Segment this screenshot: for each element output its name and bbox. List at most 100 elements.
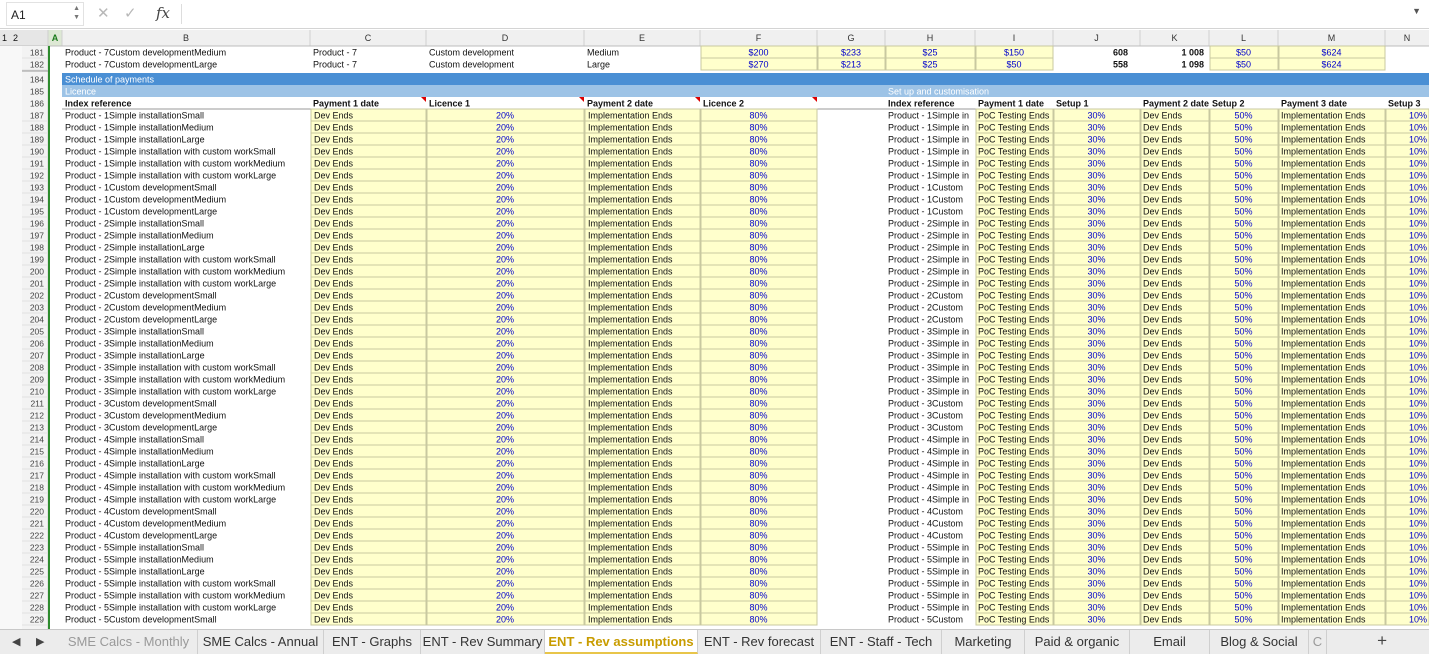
setup-date-I[interactable]: PoC Testing Ends [978,291,1050,301]
setup-percent-N[interactable]: 10% [1409,387,1427,397]
setup-date-I[interactable]: PoC Testing Ends [978,543,1050,553]
setup-percent-N[interactable]: 10% [1409,243,1427,253]
row-header-214[interactable]: 214 [30,435,44,445]
setup-date-I[interactable]: PoC Testing Ends [978,207,1050,217]
licence-percent-F[interactable]: 80% [749,195,767,205]
schedule-index-reference[interactable]: Product - 5Simple installationMedium [65,555,214,565]
payment-date-C[interactable]: Dev Ends [314,375,354,385]
setup-percent-N[interactable]: 10% [1409,195,1427,205]
setup-percent-L[interactable]: 50% [1234,615,1252,625]
product-row-value-j[interactable]: 608 [1113,48,1128,58]
setup-date-K[interactable]: Dev Ends [1143,531,1183,541]
payment-date-E[interactable]: Implementation Ends [588,207,673,217]
setup-index-reference[interactable]: Product - 1Simple in [888,147,969,157]
licence-percent-D[interactable]: 20% [496,183,514,193]
setup-percent-N[interactable]: 10% [1409,495,1427,505]
setup-date-M[interactable]: Implementation Ends [1281,423,1366,433]
row-header-203[interactable]: 203 [30,303,44,313]
setup-percent-L[interactable]: 50% [1234,327,1252,337]
payment-date-E[interactable]: Implementation Ends [588,471,673,481]
setup-percent-N[interactable]: 10% [1409,171,1427,181]
schedule-index-reference[interactable]: Product - 3Custom developmentMedium [65,411,226,421]
licence-percent-D[interactable]: 20% [496,159,514,169]
setup-date-M[interactable]: Implementation Ends [1281,207,1366,217]
licence-percent-F[interactable]: 80% [749,363,767,373]
row-header-229[interactable]: 229 [30,615,44,625]
payment-date-C[interactable]: Dev Ends [314,207,354,217]
setup-date-I[interactable]: PoC Testing Ends [978,135,1050,145]
setup-index-reference[interactable]: Product - 4Simple in [888,471,969,481]
setup-date-K[interactable]: Dev Ends [1143,159,1183,169]
row-header-213[interactable]: 213 [30,423,44,433]
setup-percent-J[interactable]: 30% [1087,375,1105,385]
row-header-192[interactable]: 192 [30,171,44,181]
payment-date-C[interactable]: Dev Ends [314,327,354,337]
licence-percent-D[interactable]: 20% [496,411,514,421]
payment-date-C[interactable]: Dev Ends [314,291,354,301]
prev-sheet-icon[interactable]: ◀ [12,635,20,648]
setup-date-I[interactable]: PoC Testing Ends [978,399,1050,409]
setup-date-M[interactable]: Implementation Ends [1281,507,1366,517]
setup-date-I[interactable]: PoC Testing Ends [978,447,1050,457]
setup-date-M[interactable]: Implementation Ends [1281,315,1366,325]
setup-date-I[interactable]: PoC Testing Ends [978,255,1050,265]
licence-percent-F[interactable]: 80% [749,219,767,229]
licence-percent-F[interactable]: 80% [749,615,767,625]
setup-percent-L[interactable]: 50% [1234,231,1252,241]
payment-date-C[interactable]: Dev Ends [314,243,354,253]
setup-date-K[interactable]: Dev Ends [1143,243,1183,253]
name-box[interactable]: A1 ▲ ▼ [6,2,84,26]
setup-percent-L[interactable]: 50% [1234,555,1252,565]
setup-percent-L[interactable]: 50% [1234,111,1252,121]
licence-percent-F[interactable]: 80% [749,591,767,601]
setup-percent-J[interactable]: 30% [1087,495,1105,505]
product-row-product[interactable]: Product - 7 [313,48,357,58]
setup-percent-N[interactable]: 10% [1409,135,1427,145]
setup-index-reference[interactable]: Product - 3Custom [888,399,963,409]
setup-index-reference[interactable]: Product - 4Simple in [888,435,969,445]
row-header-216[interactable]: 216 [30,459,44,469]
setup-date-I[interactable]: PoC Testing Ends [978,147,1050,157]
payment-date-C[interactable]: Dev Ends [314,219,354,229]
schedule-index-reference[interactable]: Product - 2Custom developmentSmall [65,291,217,301]
licence-percent-F[interactable]: 80% [749,507,767,517]
licence-percent-F[interactable]: 80% [749,183,767,193]
licence-percent-F[interactable]: 80% [749,231,767,241]
schedule-index-reference[interactable]: Product - 1Simple installation with cust… [65,147,276,157]
column-header-L[interactable]: L [1241,33,1246,43]
setup-index-reference[interactable]: Product - 5Simple in [888,567,969,577]
setup-date-K[interactable]: Dev Ends [1143,411,1183,421]
licence-percent-D[interactable]: 20% [496,375,514,385]
payment-date-C[interactable]: Dev Ends [314,159,354,169]
payment-date-E[interactable]: Implementation Ends [588,243,673,253]
setup-date-I[interactable]: PoC Testing Ends [978,411,1050,421]
row-header-198[interactable]: 198 [30,243,44,253]
setup-date-M[interactable]: Implementation Ends [1281,375,1366,385]
sheet-tab[interactable]: Email [1130,630,1210,654]
row-header-219[interactable]: 219 [30,495,44,505]
setup-date-I[interactable]: PoC Testing Ends [978,183,1050,193]
setup-percent-L[interactable]: 50% [1234,207,1252,217]
payment-date-E[interactable]: Implementation Ends [588,303,673,313]
setup-index-reference[interactable]: Product - 4Custom [888,531,963,541]
row-header-204[interactable]: 204 [30,315,44,325]
setup-percent-J[interactable]: 30% [1087,267,1105,277]
licence-percent-F[interactable]: 80% [749,159,767,169]
setup-percent-J[interactable]: 30% [1087,363,1105,373]
schedule-index-reference[interactable]: Product - 3Custom developmentLarge [65,423,217,433]
payment-date-E[interactable]: Implementation Ends [588,135,673,145]
setup-date-M[interactable]: Implementation Ends [1281,459,1366,469]
product-row-type[interactable]: Custom development [429,48,515,58]
payment-date-E[interactable]: Implementation Ends [588,459,673,469]
setup-date-M[interactable]: Implementation Ends [1281,399,1366,409]
row-header-185[interactable]: 185 [30,87,44,97]
setup-date-M[interactable]: Implementation Ends [1281,387,1366,397]
setup-date-I[interactable]: PoC Testing Ends [978,519,1050,529]
licence-percent-D[interactable]: 20% [496,231,514,241]
setup-date-M[interactable]: Implementation Ends [1281,111,1366,121]
setup-date-M[interactable]: Implementation Ends [1281,171,1366,181]
setup-date-K[interactable]: Dev Ends [1143,459,1183,469]
sheet-tab[interactable]: Blog & Social [1210,630,1309,654]
setup-date-K[interactable]: Dev Ends [1143,363,1183,373]
payment-date-C[interactable]: Dev Ends [314,507,354,517]
